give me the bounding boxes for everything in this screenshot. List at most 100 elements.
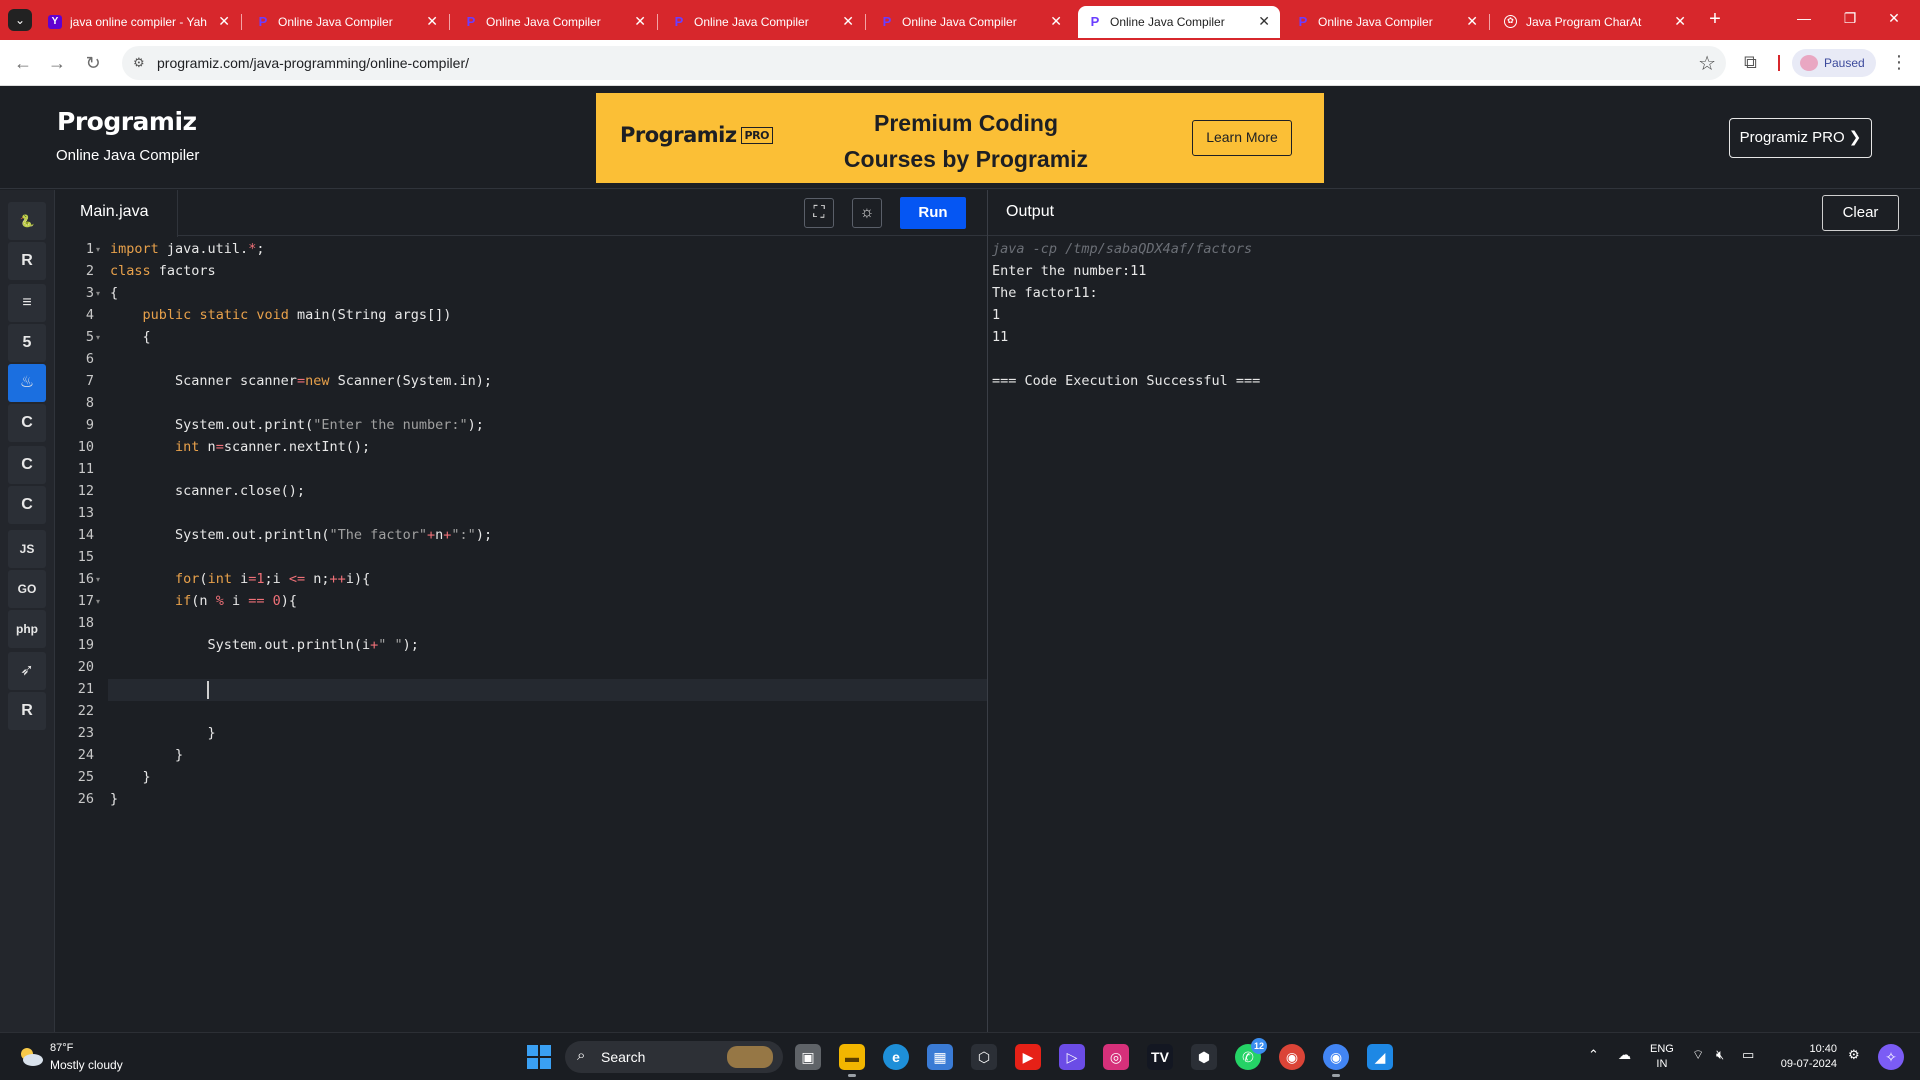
line-number[interactable]: 10 xyxy=(56,439,94,455)
line-number[interactable]: 18 xyxy=(56,615,94,631)
battery-icon[interactable]: ▭ xyxy=(1742,1047,1754,1063)
language-rust-icon[interactable]: R xyxy=(8,692,46,730)
line-number[interactable]: 11 xyxy=(56,461,94,477)
code-line[interactable]: } xyxy=(110,747,183,763)
promo-banner[interactable]: Programiz PRO Premium Coding Courses by P… xyxy=(596,93,1324,183)
browser-menu-icon[interactable]: ⋮ xyxy=(1890,52,1908,73)
profile-button[interactable]: Paused xyxy=(1792,49,1876,77)
line-number[interactable]: 9 xyxy=(56,417,94,433)
browser-tab[interactable]: ✿ Java Program CharAt ✕ xyxy=(1494,6,1696,38)
weather-description[interactable]: Mostly cloudy xyxy=(50,1058,123,1072)
forward-arrow-icon[interactable]: → xyxy=(46,52,68,74)
line-number[interactable]: 15 xyxy=(56,549,94,565)
language-sql-icon[interactable]: ≡ xyxy=(8,284,46,322)
code-line[interactable]: System.out.print("Enter the number:"); xyxy=(110,417,484,433)
fold-arrow-icon[interactable]: ▾ xyxy=(96,289,100,298)
close-tab-icon[interactable]: ✕ xyxy=(426,13,438,29)
line-number[interactable]: 17 xyxy=(56,593,94,609)
copilot-icon[interactable]: ✧ xyxy=(1878,1044,1904,1070)
line-number[interactable]: 13 xyxy=(56,505,94,521)
close-tab-icon[interactable]: ✕ xyxy=(1466,13,1478,29)
fold-arrow-icon[interactable]: ▾ xyxy=(96,575,100,584)
language-html-icon[interactable]: 5 xyxy=(8,324,46,362)
task-view-icon[interactable]: ▣ xyxy=(795,1044,821,1070)
file-explorer-icon[interactable]: ▬ xyxy=(839,1044,865,1077)
cube-app-icon[interactable]: ⬢ xyxy=(1191,1044,1217,1070)
fold-arrow-icon[interactable]: ▾ xyxy=(96,245,100,254)
code-line[interactable]: { xyxy=(110,285,118,301)
code-line[interactable]: System.out.println("The factor"+n+":"); xyxy=(110,527,492,543)
run-button[interactable]: Run xyxy=(900,197,966,229)
language-go-icon[interactable]: GO xyxy=(8,570,46,608)
browser-tab[interactable]: P Online Java Compiler ✕ xyxy=(662,6,866,38)
code-line[interactable]: if(n % i == 0){ xyxy=(110,593,297,609)
microsoft-store-icon[interactable]: ▦ xyxy=(927,1044,953,1070)
edge-browser-icon[interactable]: e xyxy=(883,1044,909,1070)
language-c-icon[interactable]: C xyxy=(8,404,46,442)
clear-button[interactable]: Clear xyxy=(1822,195,1899,231)
learn-more-button[interactable]: Learn More xyxy=(1192,120,1292,156)
language-python-icon[interactable]: 🐍 xyxy=(8,202,46,240)
chrome-profile-icon[interactable]: ◉ xyxy=(1323,1044,1349,1077)
line-number[interactable]: 19 xyxy=(56,637,94,653)
code-line[interactable]: { xyxy=(110,329,151,345)
line-number[interactable]: 24 xyxy=(56,747,94,763)
line-number[interactable]: 6 xyxy=(56,351,94,367)
code-line[interactable]: for(int i=1;i <= n;++i){ xyxy=(110,571,370,587)
close-tab-icon[interactable]: ✕ xyxy=(842,13,854,29)
extensions-icon[interactable]: ⧉ xyxy=(1744,52,1764,72)
close-window-button[interactable]: ✕ xyxy=(1884,10,1904,27)
language-java-icon[interactable]: ♨ xyxy=(8,364,46,402)
fullscreen-icon[interactable]: ⛶ xyxy=(804,198,834,228)
code-line[interactable]: class factors xyxy=(110,263,216,279)
language-cpp-icon[interactable]: C xyxy=(8,446,46,484)
minimize-button[interactable]: — xyxy=(1794,10,1814,26)
site-info-icon[interactable]: ⚙ xyxy=(133,55,149,71)
line-number[interactable]: 4 xyxy=(56,307,94,323)
file-tab-main-java[interactable]: Main.java xyxy=(56,190,178,237)
browser-tab[interactable]: P Online Java Compiler ✕ xyxy=(246,6,450,38)
close-tab-icon[interactable]: ✕ xyxy=(1258,13,1270,29)
code-line[interactable]: } xyxy=(110,791,118,807)
restore-button[interactable]: ❐ xyxy=(1840,10,1860,27)
code-line[interactable]: import java.util.*; xyxy=(110,241,264,257)
code-line[interactable]: } xyxy=(110,725,216,741)
youtube-icon[interactable]: ▶ xyxy=(1015,1044,1041,1070)
language-swift-icon[interactable]: ➶ xyxy=(8,652,46,690)
address-bar[interactable]: ⚙ programiz.com/java-programming/online-… xyxy=(122,46,1726,80)
close-tab-icon[interactable]: ✕ xyxy=(1050,13,1062,29)
bookmark-star-icon[interactable]: ☆ xyxy=(1698,51,1716,76)
browser-tab[interactable]: P Online Java Compiler ✕ xyxy=(1078,6,1280,38)
language-r-icon[interactable]: R xyxy=(8,242,46,280)
cloudy-weather-icon[interactable] xyxy=(18,1045,44,1067)
notification-bell-icon[interactable]: ⚙ xyxy=(1848,1047,1860,1063)
windows-start-icon[interactable] xyxy=(527,1045,551,1069)
line-number[interactable]: 3 xyxy=(56,285,94,301)
programiz-logo[interactable]: Programiz xyxy=(57,107,197,136)
line-number[interactable]: 20 xyxy=(56,659,94,675)
line-number[interactable]: 8 xyxy=(56,395,94,411)
line-number[interactable]: 26 xyxy=(56,791,94,807)
taskbar-search[interactable]: ⌕ Search xyxy=(565,1041,783,1073)
tradingview-icon[interactable]: TV xyxy=(1147,1044,1173,1070)
browser-tab[interactable]: Yjava online compiler - Yah ✕ xyxy=(38,6,242,38)
code-line[interactable]: System.out.println(i+" "); xyxy=(110,637,419,653)
language-indicator[interactable]: ENG IN xyxy=(1650,1042,1674,1072)
language-php-icon[interactable]: php xyxy=(8,610,46,648)
line-number[interactable]: 25 xyxy=(56,769,94,785)
photos-app-icon[interactable]: ◢ xyxy=(1367,1044,1393,1070)
theme-toggle-icon[interactable]: ☼ xyxy=(852,198,882,228)
close-tab-icon[interactable]: ✕ xyxy=(218,13,230,29)
language-javascript-icon[interactable]: JS xyxy=(8,530,46,568)
new-tab-button[interactable]: + xyxy=(1703,8,1727,32)
browser-tab[interactable]: P Online Java Compiler ✕ xyxy=(870,6,1072,38)
line-number[interactable]: 2 xyxy=(56,263,94,279)
line-number[interactable]: 22 xyxy=(56,703,94,719)
code-line[interactable]: int n=scanner.nextInt(); xyxy=(110,439,370,455)
chrome-icon[interactable]: ◉ xyxy=(1279,1044,1305,1070)
back-arrow-icon[interactable]: ← xyxy=(12,52,34,74)
code-line[interactable]: Scanner scanner=new Scanner(System.in); xyxy=(110,373,492,389)
media-player-icon[interactable]: ▷ xyxy=(1059,1044,1085,1070)
line-number[interactable]: 7 xyxy=(56,373,94,389)
browser-tab[interactable]: P Online Java Compiler ✕ xyxy=(454,6,658,38)
